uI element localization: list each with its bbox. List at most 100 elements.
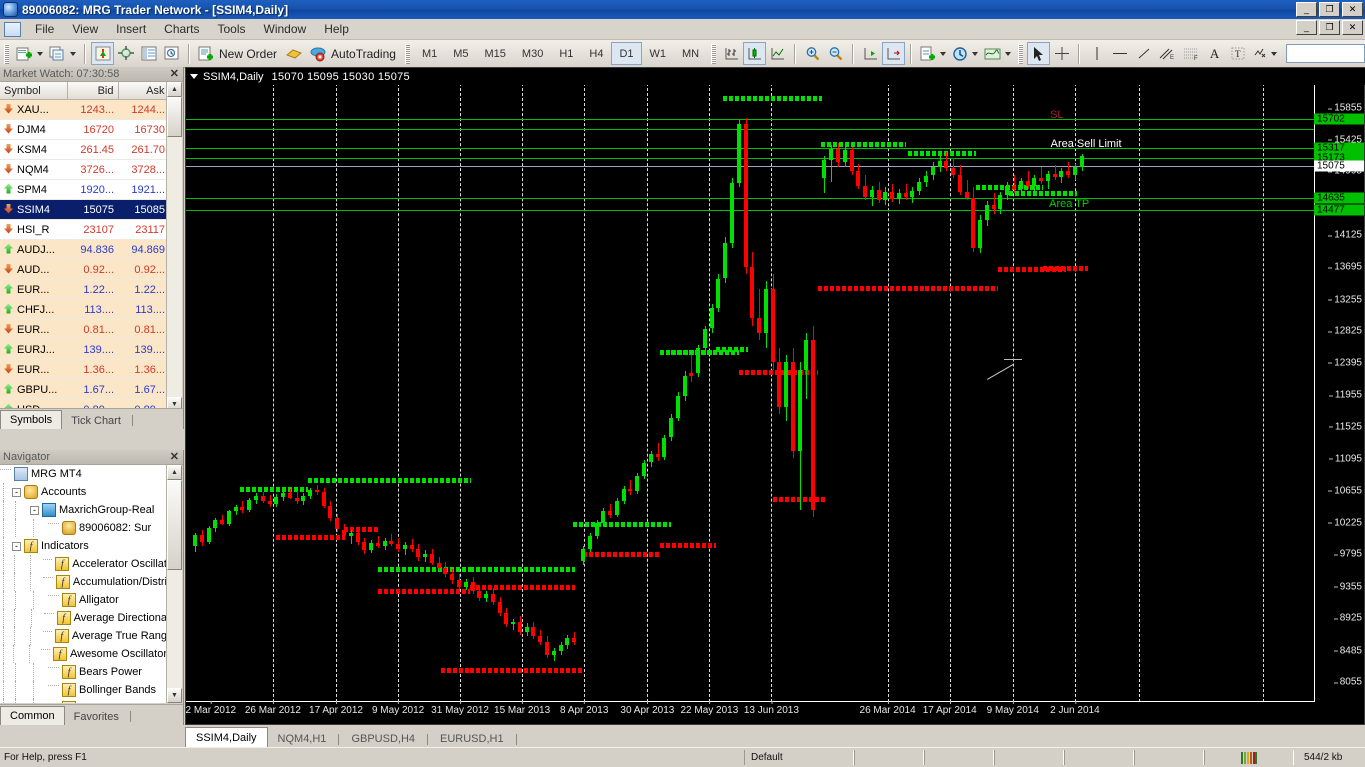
menu-item-tools[interactable]: Tools bbox=[209, 20, 255, 38]
status-connection[interactable] bbox=[1204, 750, 1294, 765]
table-row[interactable]: CHFJ... 113.... 113.... bbox=[0, 299, 169, 320]
profiles-icon[interactable] bbox=[46, 42, 79, 65]
chart-plot-area[interactable]: SL Area Sell Limit Area TP bbox=[186, 68, 1314, 702]
chevron-down-icon[interactable] bbox=[1271, 51, 1278, 56]
table-row[interactable]: KSM4 261.45 261.70 bbox=[0, 139, 169, 160]
chevron-down-icon[interactable] bbox=[37, 51, 43, 56]
chart-toolbar-grip[interactable] bbox=[711, 43, 717, 64]
text-label-tool-icon[interactable]: T bbox=[1226, 42, 1249, 65]
tree-node[interactable]: f Alligator bbox=[0, 591, 169, 609]
column-header-ask[interactable]: Ask bbox=[118, 82, 169, 100]
table-row[interactable]: NQM4 3726... 3728... bbox=[0, 159, 169, 180]
tree-expander[interactable]: - bbox=[30, 505, 39, 515]
mdi-restore-button[interactable]: ❐ bbox=[1319, 20, 1340, 35]
close-button[interactable]: ✕ bbox=[1342, 2, 1363, 17]
timeframe-m1[interactable]: M1 bbox=[414, 42, 445, 65]
menu-item-insert[interactable]: Insert bbox=[107, 20, 155, 38]
vertical-line-icon[interactable] bbox=[1085, 42, 1108, 65]
scroll-up-icon[interactable]: ▲ bbox=[167, 82, 182, 97]
horizontal-line-icon[interactable] bbox=[1108, 42, 1132, 65]
table-row[interactable]: EUR... 1.36... 1.36... bbox=[0, 359, 169, 380]
tab-favorites[interactable]: Favorites bbox=[65, 708, 128, 725]
text-tool-icon[interactable]: A bbox=[1203, 42, 1226, 65]
navigator-icon[interactable] bbox=[137, 42, 160, 65]
table-row[interactable]: SPM4 1920... 1921... bbox=[0, 179, 169, 200]
line-chart-icon[interactable] bbox=[766, 42, 789, 65]
terminal-icon[interactable] bbox=[160, 42, 183, 65]
timeframes-dropdown-icon[interactable] bbox=[949, 42, 981, 65]
mdi-minimize-button[interactable]: _ bbox=[1296, 20, 1317, 35]
chevron-down-icon[interactable] bbox=[70, 51, 76, 56]
new-chart-icon[interactable] bbox=[13, 42, 46, 65]
toolbar-grip[interactable] bbox=[4, 43, 9, 64]
tree-node[interactable]: f Bollinger Bands bbox=[0, 681, 169, 699]
menu-item-view[interactable]: View bbox=[63, 20, 107, 38]
tree-node[interactable]: f Awesome Oscillator bbox=[0, 645, 169, 663]
drawing-toolbar-grip[interactable] bbox=[1018, 43, 1024, 64]
scrollbar-thumb[interactable] bbox=[167, 480, 182, 570]
chart-shift-icon[interactable] bbox=[859, 42, 882, 65]
tab-tick-chart[interactable]: Tick Chart bbox=[62, 412, 130, 429]
candlestick-chart-icon[interactable] bbox=[743, 42, 767, 65]
chevron-down-icon[interactable] bbox=[1005, 51, 1012, 56]
table-row[interactable]: AUD... 0.92... 0.92... bbox=[0, 259, 169, 280]
menu-item-charts[interactable]: Charts bbox=[155, 20, 208, 38]
scroll-up-icon[interactable]: ▲ bbox=[167, 465, 182, 480]
chart-tab-ssim4[interactable]: SSIM4,Daily bbox=[185, 727, 268, 748]
price-scale[interactable]: 1629515855154251499514125136951325512825… bbox=[1314, 68, 1364, 702]
tree-node[interactable]: 89006082: Sur bbox=[0, 519, 169, 537]
mdi-close-button[interactable]: ✕ bbox=[1342, 20, 1363, 35]
timeframe-toolbar-grip[interactable] bbox=[404, 43, 410, 64]
table-row[interactable]: HSI_R 23107 23117 bbox=[0, 219, 169, 240]
tree-node[interactable]: f Bears Power bbox=[0, 663, 169, 681]
table-row[interactable]: AUDJ... 94.836 94.869 bbox=[0, 239, 169, 260]
timeframe-d1[interactable]: D1 bbox=[611, 42, 642, 65]
new-order-button[interactable]: New Order bbox=[195, 42, 282, 65]
arrows-dropdown-icon[interactable] bbox=[1249, 42, 1280, 65]
timeframe-w1[interactable]: W1 bbox=[642, 42, 675, 65]
market-watch-icon[interactable] bbox=[91, 42, 114, 65]
scroll-down-icon[interactable]: ▼ bbox=[167, 688, 182, 703]
timeframe-m30[interactable]: M30 bbox=[514, 42, 551, 65]
tab-common[interactable]: Common bbox=[0, 706, 65, 725]
scrollbar-thumb[interactable] bbox=[167, 97, 182, 137]
table-row[interactable]: XAU... 1243... 1244... bbox=[0, 99, 169, 120]
table-row[interactable]: EUR... 0.81... 0.81... bbox=[0, 319, 169, 340]
maximize-button[interactable]: ❐ bbox=[1319, 2, 1340, 17]
menu-item-window[interactable]: Window bbox=[255, 20, 316, 38]
tree-node[interactable]: f Accumulation/Distri bbox=[0, 573, 169, 591]
tree-expander[interactable]: - bbox=[12, 487, 21, 497]
status-profile[interactable]: Default bbox=[744, 750, 854, 765]
menu-item-file[interactable]: File bbox=[26, 20, 63, 38]
navigator-scrollbar[interactable]: ▲ ▼ bbox=[166, 465, 182, 703]
minimize-button[interactable]: _ bbox=[1296, 2, 1317, 17]
chevron-down-icon[interactable] bbox=[972, 51, 979, 56]
data-window-icon[interactable] bbox=[114, 42, 137, 65]
column-header-bid[interactable]: Bid bbox=[67, 82, 119, 100]
cursor-tool-icon[interactable] bbox=[1027, 42, 1051, 65]
tree-node[interactable]: - MaxrichGroup-Real bbox=[0, 501, 169, 519]
table-row[interactable]: GBPU... 1.67... 1.67... bbox=[0, 379, 169, 400]
expert-advisors-icon[interactable] bbox=[282, 42, 306, 65]
tree-node[interactable]: - Accounts bbox=[0, 483, 169, 501]
trendline-icon[interactable] bbox=[1132, 42, 1155, 65]
time-scale[interactable]: 2 Mar 2012 26 Mar 2012 17 Apr 2012 9 May 20… bbox=[186, 701, 1314, 724]
chevron-down-icon[interactable] bbox=[940, 51, 947, 56]
close-icon[interactable]: ✕ bbox=[170, 450, 179, 463]
timeframe-mn[interactable]: MN bbox=[674, 42, 707, 65]
timeframe-m5[interactable]: M5 bbox=[445, 42, 476, 65]
tree-node[interactable]: fBulls Power bbox=[0, 699, 169, 703]
crosshair-tool-icon[interactable] bbox=[1050, 42, 1073, 65]
tree-expander[interactable]: - bbox=[12, 541, 21, 551]
menu-item-help[interactable]: Help bbox=[315, 20, 358, 38]
table-row[interactable]: DJM4 16720 16730 bbox=[0, 119, 169, 140]
tree-node[interactable]: f Average Directiona bbox=[0, 609, 169, 627]
table-row[interactable]: EURJ... 139.... 139.... bbox=[0, 339, 169, 360]
timeframe-h1[interactable]: H1 bbox=[551, 42, 581, 65]
table-row[interactable]: EUR... 1.22... 1.22... bbox=[0, 279, 169, 300]
autotrading-button[interactable]: AutoTrading bbox=[306, 42, 401, 65]
templates-icon[interactable] bbox=[981, 42, 1014, 65]
chart-tab-nqm4[interactable]: NQM4,H1 bbox=[268, 730, 337, 748]
bar-chart-icon[interactable] bbox=[720, 42, 743, 65]
chart-window[interactable]: SSIM4,Daily 15070 15095 15030 15075 SL Ar… bbox=[185, 67, 1365, 725]
